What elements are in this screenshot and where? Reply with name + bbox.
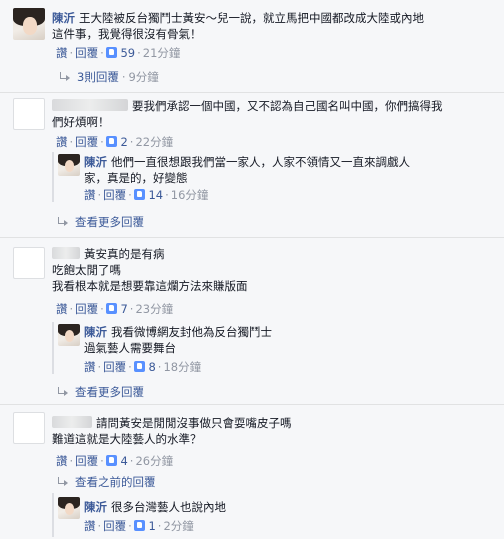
timestamp[interactable]: 16分鐘: [171, 188, 209, 202]
comment-text: 黃安真的是有病: [84, 247, 165, 261]
comment-2: 要我們承認一個中國，又不認為自己國名叫中國，你們搞得我 們好煩啊！ 讚 · 回覆 · …: [0, 93, 504, 237]
reply-arrow-icon: [60, 72, 71, 81]
comment-author[interactable]: [52, 247, 80, 259]
timestamp[interactable]: 26分鐘: [135, 454, 173, 468]
reply-thread: 陳沂 我看微博網友封他為反台獨鬥士 過氣藝人需要舞台 讚 · 回覆 · 8 · 18分鐘: [52, 322, 504, 374]
reply-link[interactable]: 回覆: [103, 519, 126, 533]
like-count[interactable]: 14: [148, 188, 163, 202]
reply-link[interactable]: 回覆: [75, 135, 98, 149]
like-link[interactable]: 讚: [84, 360, 96, 374]
avatar[interactable]: [13, 247, 45, 279]
reply-thread: 陳沂 很多台灣藝人也說內地 讚 · 回覆 · 1 · 2分鐘: [52, 493, 504, 537]
reply-link[interactable]: 回覆: [103, 188, 126, 202]
comment-body: 請問黃安是閒閒沒事做只會耍嘴皮子嗎 難道這就是大陸藝人的水準？: [52, 415, 492, 447]
like-count[interactable]: 59: [120, 46, 135, 60]
reply-author[interactable]: 陳沂: [84, 325, 107, 339]
avatar[interactable]: [58, 154, 80, 176]
thumbs-up-icon: [133, 361, 145, 372]
reply-text: 很多台灣藝人也說內地: [111, 500, 226, 514]
like-count[interactable]: 2: [120, 135, 127, 149]
reply-author[interactable]: 陳沂: [84, 155, 107, 169]
comment-body: 陳沂 王大陸被反台獨鬥士黃安～兒一說，就立馬把中國都改成大陸或內地 這件事，我覺得…: [52, 10, 492, 42]
like-link[interactable]: 讚: [56, 302, 68, 316]
like-link[interactable]: 讚: [84, 188, 96, 202]
comment-actions: 讚 · 回覆 · 59 · 21分鐘: [56, 46, 181, 60]
reply-arrow-icon: [58, 387, 69, 396]
thumbs-up-icon: [105, 47, 117, 58]
reply-body: 陳沂 我看微博網友封他為反台獨鬥士 過氣藝人需要舞台: [84, 324, 484, 356]
comment-author[interactable]: [52, 416, 92, 428]
avatar[interactable]: [58, 497, 80, 519]
like-count[interactable]: 7: [120, 302, 127, 316]
thumbs-up-icon: [105, 303, 117, 314]
reply-arrow-icon: [58, 217, 69, 226]
view-more-replies-link[interactable]: 查看更多回覆: [58, 385, 144, 399]
like-link[interactable]: 讚: [56, 46, 68, 60]
comment-text: 們好煩啊！: [52, 115, 110, 129]
comment-4: 請問黃安是閒閒沒事做只會耍嘴皮子嗎 難道這就是大陸藝人的水準？ 讚 · 回覆 · 4 ·…: [0, 405, 504, 539]
reply-arrow-icon: [58, 477, 69, 486]
comment-actions: 讚 · 回覆 · 4 · 26分鐘: [56, 454, 174, 468]
like-count[interactable]: 4: [120, 454, 127, 468]
avatar[interactable]: [13, 8, 45, 40]
view-more-replies-link[interactable]: 查看更多回覆: [58, 215, 144, 229]
like-link[interactable]: 讚: [84, 519, 96, 533]
timestamp[interactable]: 2分鐘: [163, 519, 193, 533]
comment-text: 王大陸被反台獨鬥士黃安～兒一說，就立馬把中國都改成大陸或內地: [79, 11, 424, 25]
comment-text: 難道這就是大陸藝人的水準？: [52, 432, 202, 446]
thumbs-up-icon: [105, 455, 117, 466]
like-count[interactable]: 8: [148, 360, 155, 374]
like-link[interactable]: 讚: [56, 454, 68, 468]
comment-1: 陳沂 王大陸被反台獨鬥士黃安～兒一說，就立馬把中國都改成大陸或內地 這件事，我覺得…: [0, 0, 504, 92]
comment-body: 黃安真的是有病 吃飽太閒了嗎 我看根本就是想要靠這爛方法來賺版面: [52, 246, 492, 294]
comment-author[interactable]: 陳沂: [52, 11, 75, 25]
timestamp[interactable]: 23分鐘: [135, 302, 173, 316]
comment-text: 要我們承認一個中國，又不認為自己國名叫中國，你們搞得我: [132, 99, 443, 113]
avatar[interactable]: [13, 98, 45, 130]
reply-thread: 陳沂 他們一直很想跟我們當一家人，人家不領情又一直來調戲人 家，真是的，好變態 讚…: [52, 152, 504, 202]
reply-link[interactable]: 回覆: [75, 302, 98, 316]
reply-text: 過氣藝人需要舞台: [84, 341, 176, 355]
comment-3: 黃安真的是有病 吃飽太閒了嗎 我看根本就是想要靠這爛方法來賺版面 讚 · 回覆 · 7…: [0, 238, 504, 404]
reply-link[interactable]: 回覆: [75, 46, 98, 60]
thumbs-up-icon: [133, 520, 145, 531]
comment-text: 請問黃安是閒閒沒事做只會耍嘴皮子嗎: [96, 416, 292, 430]
avatar[interactable]: [13, 412, 45, 444]
reply-actions: 讚 · 回覆 · 14 · 16分鐘: [84, 188, 209, 202]
reply-text: 家，真是的，好變態: [84, 171, 188, 185]
comment-text: 這件事，我覺得很沒有骨氣！: [52, 27, 202, 41]
thumbs-up-icon: [105, 136, 117, 147]
comment-author[interactable]: [52, 99, 128, 111]
comment-text: 我看根本就是想要靠這爛方法來賺版面: [52, 279, 248, 293]
avatar[interactable]: [58, 324, 80, 346]
comment-text: 吃飽太閒了嗎: [52, 263, 121, 277]
reply-actions: 讚 · 回覆 · 1 · 2分鐘: [84, 519, 194, 533]
timestamp[interactable]: 18分鐘: [163, 360, 201, 374]
like-count[interactable]: 1: [148, 519, 155, 533]
reply-actions: 讚 · 回覆 · 8 · 18分鐘: [84, 360, 202, 374]
comment-actions: 讚 · 回覆 · 7 · 23分鐘: [56, 302, 174, 316]
comment-actions: 讚 · 回覆 · 2 · 22分鐘: [56, 135, 174, 149]
thumbs-up-icon: [133, 189, 145, 200]
reply-body: 陳沂 很多台灣藝人也說內地: [84, 499, 484, 515]
reply-link[interactable]: 回覆: [103, 360, 126, 374]
reply-body: 陳沂 他們一直很想跟我們當一家人，人家不領情又一直來調戲人 家，真是的，好變態: [84, 154, 484, 186]
reply-text: 他們一直很想跟我們當一家人，人家不領情又一直來調戲人: [111, 155, 410, 169]
reply-author[interactable]: 陳沂: [84, 500, 107, 514]
timestamp[interactable]: 22分鐘: [135, 135, 173, 149]
view-replies-link[interactable]: 3則回覆 · 9分鐘: [60, 70, 159, 84]
comment-body: 要我們承認一個中國，又不認為自己國名叫中國，你們搞得我 們好煩啊！: [52, 98, 492, 130]
view-previous-replies-link[interactable]: 查看之前的回覆: [58, 475, 156, 489]
timestamp[interactable]: 21分鐘: [143, 46, 181, 60]
reply-text: 我看微博網友封他為反台獨鬥士: [111, 325, 272, 339]
reply-link[interactable]: 回覆: [75, 454, 98, 468]
like-link[interactable]: 讚: [56, 135, 68, 149]
